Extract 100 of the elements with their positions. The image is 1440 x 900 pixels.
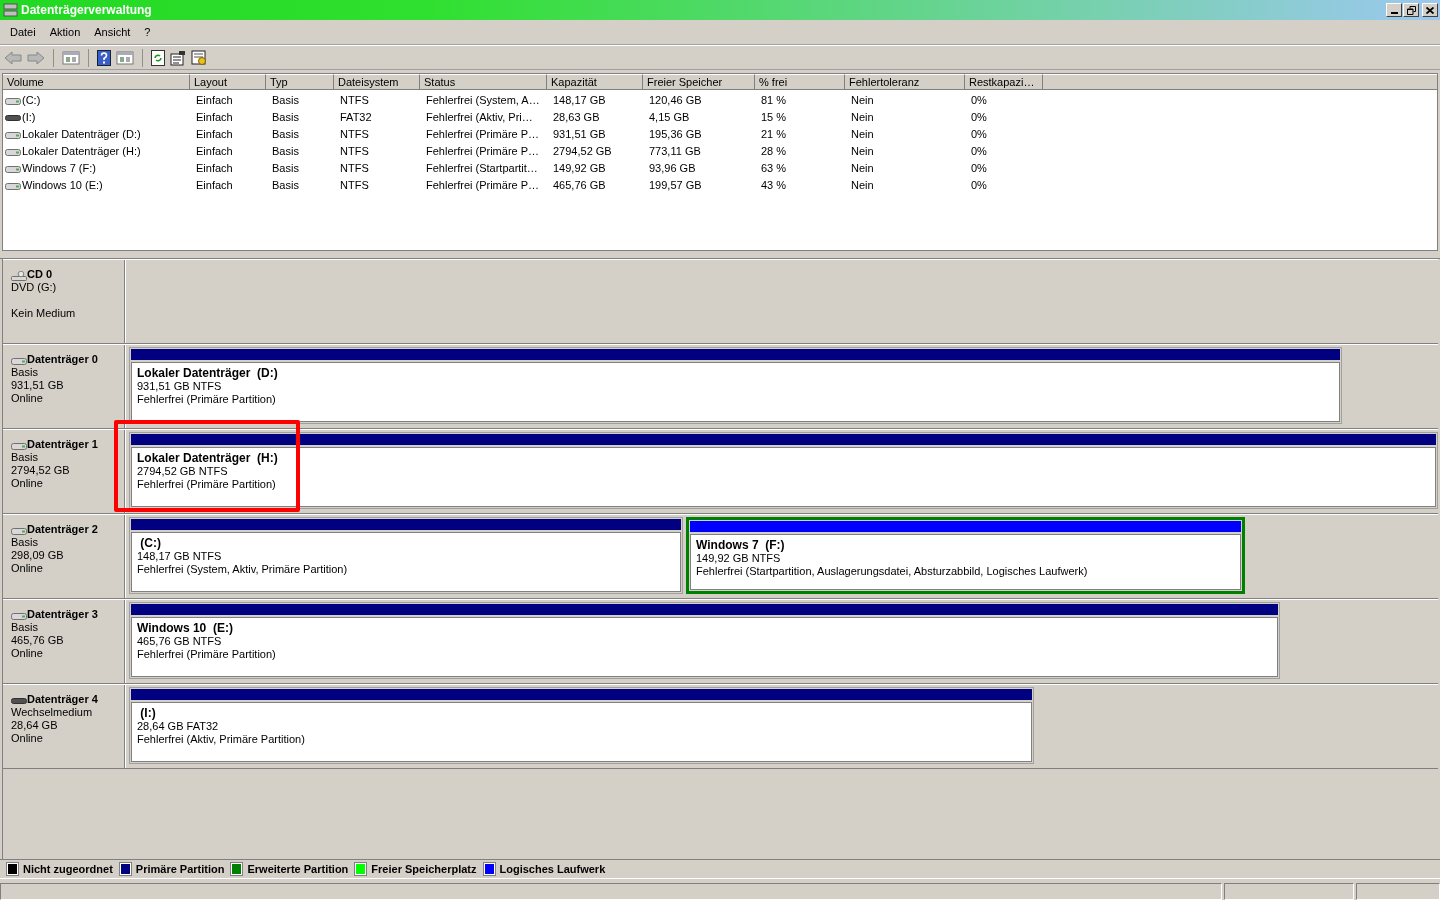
- table-cell-text: Nein: [850, 110, 875, 126]
- menu-item[interactable]: ?: [137, 22, 158, 42]
- table-cell-text: 0%: [970, 161, 988, 177]
- table-cell-text: FAT32: [339, 110, 373, 126]
- table-cell-text: Einfach: [195, 161, 234, 177]
- table-cell-text: Nein: [850, 127, 875, 143]
- disk-info: Basis: [11, 536, 39, 549]
- window-title: Datenträgerverwaltung: [21, 2, 152, 19]
- column-header[interactable]: Typ: [266, 74, 334, 90]
- table-cell-text: Fehlerfrei (System, A…: [425, 93, 541, 109]
- app-icon: [3, 3, 18, 17]
- drive-icon: [5, 180, 21, 191]
- partition-title: Lokaler Datenträger (H:): [137, 452, 279, 465]
- refresh-icon[interactable]: [151, 49, 165, 66]
- close-button[interactable]: [1422, 3, 1438, 17]
- table-cell-text: Lokaler Datenträger (D:): [22, 127, 141, 143]
- disk-info: Online: [11, 647, 44, 660]
- table-cell-text: Einfach: [195, 93, 234, 109]
- column-header[interactable]: Volume: [3, 74, 190, 90]
- column-header[interactable]: % frei: [755, 74, 845, 90]
- partition-size: 148,17 GB NTFS: [137, 550, 223, 563]
- menu-item[interactable]: Datei: [3, 22, 43, 42]
- table-cell-text: 21 %: [760, 127, 788, 143]
- disk-info: 931,51 GB: [11, 379, 65, 392]
- table-cell-text: 0%: [970, 144, 988, 160]
- partition-block[interactable]: Lokaler Datenträger (H:) 2794,52 GB NTFS Fehlerfrei (Primäre Partition): [129, 432, 1438, 509]
- disk-info: 2794,52 GB: [11, 464, 71, 477]
- disk-info: Online: [11, 477, 44, 490]
- menu-item[interactable]: Aktion: [42, 22, 88, 42]
- partition-size: 465,76 GB NTFS: [137, 635, 223, 648]
- partition-title: Windows 10 (E:): [137, 622, 234, 635]
- restore-button[interactable]: [1403, 3, 1419, 17]
- column-header[interactable]: Fehlertoleranz: [845, 74, 965, 90]
- column-header[interactable]: Dateisystem: [334, 74, 420, 90]
- legend-label: Primäre Partition: [135, 861, 225, 877]
- table-cell-text: Einfach: [195, 110, 234, 126]
- table-cell-text: NTFS: [339, 127, 370, 143]
- disk-name: Datenträger 4: [27, 693, 98, 706]
- table-cell-text: Einfach: [195, 127, 234, 143]
- partition-block[interactable]: (C:) 148,17 GB NTFS Fehlerfrei (System, Aktiv, Primäre Partition): [129, 517, 683, 594]
- disk-info: 465,76 GB: [11, 634, 65, 647]
- disk-info: Basis: [11, 366, 39, 379]
- table-cell-text: Basis: [271, 93, 300, 109]
- partition-block[interactable]: Windows 7 (F:) 149,92 GB NTFS Fehlerfrei (Startpartition, Auslagerungsdatei, Absturzabbild, Logisches Laufwerk): [686, 517, 1245, 594]
- partition-title: (I:): [139, 707, 157, 720]
- window-panel-icon[interactable]: [62, 50, 80, 65]
- disk-name: CD 0: [27, 268, 53, 281]
- column-header[interactable]: Freier Speicher: [643, 74, 755, 90]
- minimize-icon: [1390, 12, 1398, 14]
- disk-info: 28,64 GB: [11, 719, 59, 732]
- disk-info: Basis: [11, 621, 39, 634]
- table-cell-text: Nein: [850, 178, 875, 194]
- table-cell-text: 0%: [970, 127, 988, 143]
- removable-drive-icon: [5, 112, 21, 123]
- disk-name: Datenträger 2: [27, 523, 98, 536]
- table-cell-text: Basis: [271, 161, 300, 177]
- table-cell-text: 93,96 GB: [648, 161, 697, 177]
- column-header[interactable]: Kapazität: [547, 74, 643, 90]
- drive-icon: [11, 441, 27, 451]
- disk-name: Datenträger 3: [27, 608, 98, 621]
- menu-item[interactable]: Ansicht: [87, 22, 138, 42]
- table-cell-text: Fehlerfrei (Primäre P…: [425, 144, 541, 160]
- partition-title: (C:): [139, 537, 162, 550]
- partition-block[interactable]: Lokaler Datenträger (D:) 931,51 GB NTFS Fehlerfrei (Primäre Partition): [129, 347, 1342, 424]
- drive-icon: [5, 95, 21, 106]
- table-cell-text: 120,46 GB: [648, 93, 703, 109]
- table-cell-text: 149,92 GB: [552, 161, 607, 177]
- partition-size: 149,92 GB NTFS: [696, 552, 782, 565]
- disk-name: Datenträger 0: [27, 353, 98, 366]
- disk-info: Wechselmedium: [11, 706, 94, 719]
- partition-status: Fehlerfrei (Primäre Partition): [137, 393, 277, 406]
- window-panel-icon[interactable]: [116, 50, 134, 65]
- table-cell-text: 0%: [970, 93, 988, 109]
- table-cell-text: Einfach: [195, 144, 234, 160]
- table-cell-text: Einfach: [195, 178, 234, 194]
- properties-icon[interactable]: [170, 49, 186, 66]
- help-icon[interactable]: [97, 49, 111, 66]
- column-header[interactable]: Restkapazi…: [965, 74, 1043, 90]
- column-header[interactable]: Layout: [190, 74, 266, 90]
- partition-block[interactable]: Windows 10 (E:) 465,76 GB NTFS Fehlerfrei (Primäre Partition): [129, 602, 1280, 679]
- table-cell-text: Nein: [850, 161, 875, 177]
- table-cell-text: 465,76 GB: [552, 178, 607, 194]
- settings-icon[interactable]: [191, 49, 207, 66]
- partition-block[interactable]: (I:) 28,64 GB FAT32 Fehlerfrei (Aktiv, Primäre Partition): [129, 687, 1034, 764]
- partition-size: 2794,52 GB NTFS: [137, 465, 229, 478]
- table-cell-text: 773,11 GB: [648, 144, 702, 160]
- table-cell-text: Fehlerfrei (Aktiv, Pri…: [425, 110, 534, 126]
- table-cell-text: Basis: [271, 127, 300, 143]
- legend-label: Erweiterte Partition: [247, 861, 349, 877]
- column-header[interactable]: Status: [420, 74, 547, 90]
- partition-title: Lokaler Datenträger (D:): [137, 367, 279, 380]
- table-cell-text: Nein: [850, 93, 875, 109]
- drive-icon: [11, 611, 27, 621]
- table-cell-text: 148,17 GB: [552, 93, 607, 109]
- partition-size: 28,64 GB FAT32: [137, 720, 220, 733]
- removable-drive-icon: [11, 696, 27, 706]
- disk-info: Online: [11, 392, 44, 405]
- legend-label: Logisches Laufwerk: [499, 861, 606, 877]
- minimize-button[interactable]: [1386, 3, 1402, 17]
- partition-status: Fehlerfrei (Aktiv, Primäre Partition): [137, 733, 306, 746]
